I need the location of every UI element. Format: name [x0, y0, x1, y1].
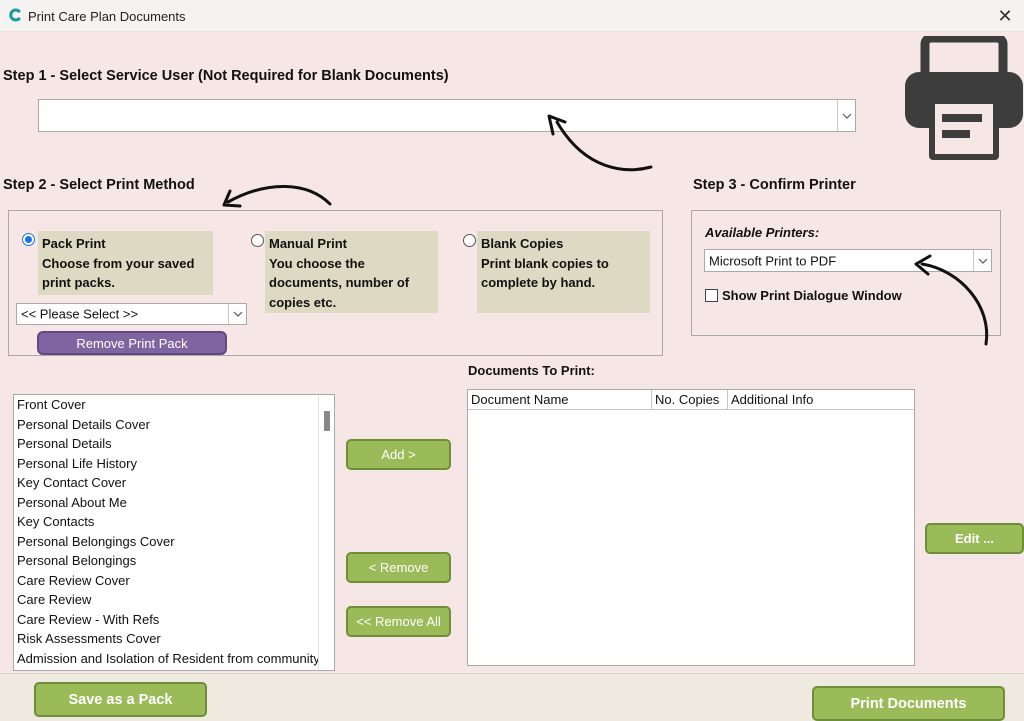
list-item[interactable]: Key Contact Cover — [14, 473, 318, 493]
list-item[interactable]: Personal Details Cover — [14, 415, 318, 435]
blank-copies-option[interactable]: Blank Copies Print blank copies to compl… — [477, 231, 650, 313]
remove-all-button[interactable]: << Remove All — [346, 606, 451, 637]
print-pack-value: << Please Select >> — [21, 306, 139, 322]
list-scrollbar[interactable] — [318, 395, 334, 670]
window-title: Print Care Plan Documents — [28, 9, 186, 24]
pointer-arrow-icon — [914, 254, 989, 346]
column-document-name[interactable]: Document Name — [468, 390, 652, 410]
pack-print-heading: Pack Print — [42, 236, 106, 251]
blank-copies-desc-1: Print blank copies to — [481, 255, 609, 271]
list-item[interactable]: Admission and Isolation of Resident from… — [14, 649, 318, 669]
list-item[interactable]: Personal Belongings Cover — [14, 532, 318, 552]
pack-print-radio[interactable] — [22, 233, 35, 246]
documents-to-print-label: Documents To Print: — [468, 363, 595, 378]
chevron-down-icon[interactable] — [228, 304, 246, 324]
documents-to-print-grid[interactable]: Document Name No. Copies Additional Info — [467, 389, 915, 666]
column-additional-info[interactable]: Additional Info — [728, 390, 914, 410]
printer-icon — [905, 36, 1023, 160]
main-panel: Step 1 - Select Service User (Not Requir… — [0, 32, 1024, 673]
show-dialogue-label: Show Print Dialogue Window — [722, 288, 902, 303]
footer-bar: Save as a Pack Print Documents — [0, 673, 1024, 721]
step1-title: Step 1 - Select Service User (Not Requir… — [3, 68, 449, 84]
manual-print-heading: Manual Print — [269, 236, 348, 251]
list-item[interactable]: Personal About Me — [14, 493, 318, 513]
scroll-thumb[interactable] — [324, 411, 330, 431]
print-pack-select[interactable]: << Please Select >> — [16, 303, 247, 325]
column-no-copies[interactable]: No. Copies — [652, 390, 728, 410]
service-user-select[interactable] — [38, 99, 856, 132]
list-item[interactable]: Front Cover — [14, 395, 318, 415]
pack-print-option[interactable]: Pack Print Choose from your saved print … — [38, 231, 213, 295]
manual-print-desc-1: You choose the — [269, 255, 365, 271]
app-logo-icon — [9, 8, 21, 22]
step3-title: Step 3 - Confirm Printer — [693, 177, 856, 193]
list-item[interactable]: Personal Life History — [14, 454, 318, 474]
remove-button[interactable]: < Remove — [346, 552, 451, 583]
title-bar: Print Care Plan Documents ✕ — [0, 0, 1024, 32]
pointer-arrow-icon — [222, 185, 332, 208]
blank-copies-heading: Blank Copies — [481, 236, 564, 251]
step2-title: Step 2 - Select Print Method — [3, 177, 195, 193]
remove-print-pack-button[interactable]: Remove Print Pack — [37, 331, 227, 355]
list-item[interactable]: Personal Details — [14, 434, 318, 454]
list-item[interactable]: Care Review — [14, 590, 318, 610]
blank-copies-radio[interactable] — [463, 234, 476, 247]
list-item[interactable]: Care Review Cover — [14, 571, 318, 591]
list-item[interactable]: Care Review - With Refs — [14, 610, 318, 630]
list-item[interactable]: Key Contacts — [14, 512, 318, 532]
blank-copies-desc-2: complete by hand. — [481, 275, 596, 290]
pointer-arrow-icon — [547, 114, 653, 172]
available-documents-list[interactable]: Front Cover Personal Details Cover Persona… — [13, 394, 335, 671]
manual-print-radio[interactable] — [251, 234, 264, 247]
edit-button[interactable]: Edit ... — [925, 523, 1024, 554]
available-printers-label: Available Printers: — [705, 225, 820, 240]
show-dialogue-checkbox[interactable] — [705, 289, 718, 302]
printer-value: Microsoft Print to PDF — [709, 253, 837, 268]
manual-print-option[interactable]: Manual Print You choose the documents, n… — [265, 231, 438, 313]
list-item[interactable]: Personal Belongings — [14, 551, 318, 571]
grid-header: Document Name No. Copies Additional Info — [468, 390, 914, 410]
manual-print-desc-2: documents, number of — [269, 275, 410, 290]
save-as-pack-button[interactable]: Save as a Pack — [34, 682, 207, 717]
print-documents-button[interactable]: Print Documents — [812, 686, 1005, 721]
pack-print-desc-1: Choose from your saved — [42, 255, 195, 271]
add-button[interactable]: Add > — [346, 439, 451, 470]
pack-print-desc-2: print packs. — [42, 275, 115, 290]
chevron-down-icon[interactable] — [837, 100, 855, 131]
list-item[interactable]: Risk Assessments Cover — [14, 629, 318, 649]
manual-print-desc-3: copies etc. — [269, 294, 337, 310]
close-icon[interactable]: ✕ — [994, 5, 1016, 27]
